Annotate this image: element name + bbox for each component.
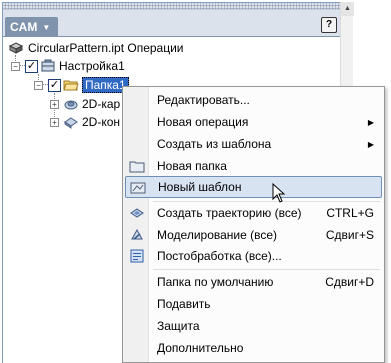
menu-item-label: Дополнительно — [157, 341, 244, 355]
tree-item-label: Настройка1 — [59, 59, 125, 73]
context-menu: Редактировать... Новая операция ▶ Создат… — [122, 86, 385, 363]
tree-item-operation[interactable]: + 2D-кар — [50, 95, 120, 113]
post-process-icon — [129, 248, 145, 264]
menu-item-label: Постобработка (все)... — [157, 249, 282, 263]
menu-item-label: Защита — [157, 319, 200, 333]
expand-icon[interactable]: + — [50, 117, 59, 127]
new-folder-icon — [129, 158, 145, 174]
tree-item-root[interactable]: CircularPattern.ipt Операции — [8, 39, 184, 57]
menu-item-label: Создать траекторию (все) — [157, 206, 302, 220]
menu-item-protect[interactable]: Защита — [125, 315, 382, 337]
collapse-icon[interactable]: − — [11, 61, 20, 71]
menu-item-label: Моделирование (все) — [157, 228, 278, 242]
chevron-down-icon: ▼ — [42, 22, 51, 32]
operation-icon — [63, 96, 79, 112]
menu-item-shortcut: Сдвиг+D — [325, 275, 374, 289]
menu-item-default-folder[interactable]: Папка по умолчанию Сдвиг+D — [125, 271, 382, 293]
tree-item-label: 2D-кон — [82, 115, 121, 129]
menu-item-simulate[interactable]: Моделирование (все) Сдвиг+S — [125, 224, 382, 246]
menu-item-label: Создать из шаблона — [157, 137, 272, 151]
expand-icon[interactable]: + — [50, 99, 59, 109]
menu-item-create-from-template[interactable]: Создать из шаблона ▶ — [125, 133, 382, 155]
mouse-pointer-icon — [272, 182, 286, 206]
menu-item-more[interactable]: Дополнительно — [125, 337, 382, 359]
submenu-arrow-icon: ▶ — [367, 139, 374, 149]
menu-item-label: Редактировать... — [157, 93, 250, 107]
menu-item-new-operation[interactable]: Новая операция ▶ — [125, 111, 382, 133]
submenu-arrow-icon: ▶ — [367, 117, 374, 127]
menu-item-generate-toolpath[interactable]: Создать траекторию (все) CTRL+G — [125, 202, 382, 224]
toolpath-icon — [129, 205, 145, 221]
part-icon — [8, 40, 24, 56]
menu-item-shortcut: CTRL+G — [326, 206, 374, 220]
menu-item-edit[interactable]: Редактировать... — [125, 89, 382, 111]
tree-item-label: 2D-кар — [82, 97, 121, 111]
menu-item-label: Новая папка — [157, 159, 227, 173]
menu-item-new-folder[interactable]: Новая папка — [125, 155, 382, 177]
simulate-icon — [129, 227, 145, 243]
menu-item-shortcut: Сдвиг+S — [325, 228, 374, 242]
folder-checkbox[interactable]: ✓ — [48, 78, 61, 92]
menu-separator — [153, 269, 380, 270]
collapse-icon[interactable]: − — [34, 80, 43, 90]
setup-icon — [40, 58, 56, 74]
menu-item-label: Папка по умолчанию — [157, 275, 274, 289]
header-divider — [3, 36, 340, 37]
menu-item-label: Новый шаблон — [158, 180, 242, 194]
panel-header: CAM ▼ ? — [3, 3, 340, 37]
setup-checkbox[interactable]: ✓ — [25, 59, 38, 73]
cam-tab-label: CAM — [10, 20, 38, 34]
tree-item-folder[interactable]: − ✓ Папка1 — [34, 76, 129, 94]
menu-item-suppress[interactable]: Подавить — [125, 293, 382, 315]
new-template-icon — [130, 180, 146, 196]
scroll-up-icon[interactable]: ▲ — [341, 2, 354, 16]
menu-item-label: Новая операция — [157, 115, 249, 129]
tree-item-operation[interactable]: + 2D-кон — [50, 113, 120, 131]
folder-icon — [63, 77, 79, 93]
operation-icon — [63, 114, 79, 130]
tree-item-label: CircularPattern.ipt Операции — [28, 41, 184, 55]
cam-tab[interactable]: CAM ▼ — [5, 17, 58, 37]
menu-item-post-process[interactable]: Постобработка (все)... — [125, 245, 382, 267]
help-button[interactable]: ? — [321, 17, 337, 33]
panel-grip[interactable] — [3, 3, 340, 10]
menu-item-new-template[interactable]: Новый шаблон — [125, 176, 382, 198]
menu-item-label: Подавить — [157, 297, 211, 311]
tree-item-setup[interactable]: − ✓ Настройка1 — [11, 57, 125, 75]
